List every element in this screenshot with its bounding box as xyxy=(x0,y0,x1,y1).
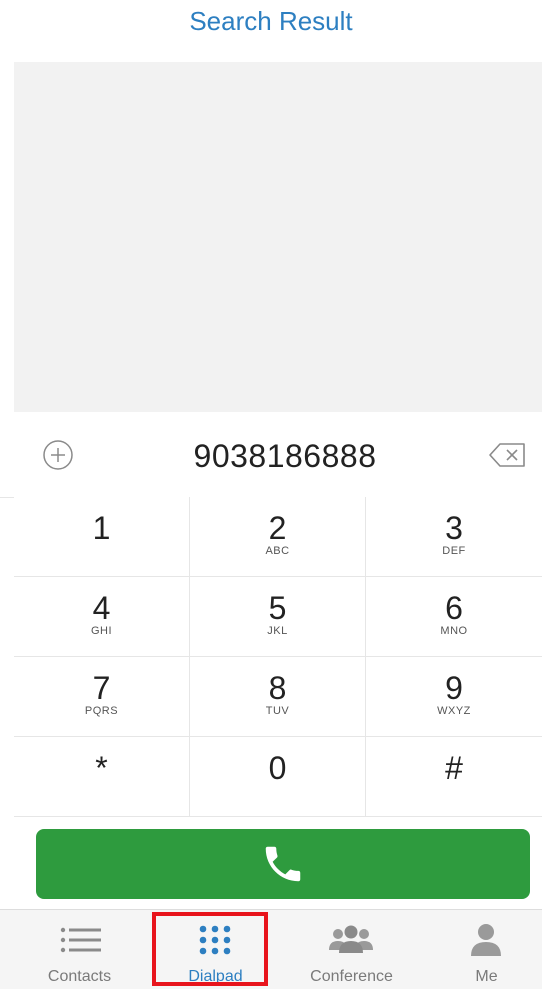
key-digit: 2 xyxy=(268,510,287,546)
key-star[interactable]: * xyxy=(14,737,190,817)
key-digit: 1 xyxy=(92,510,111,546)
dialpad-keys: 1 2 ABC 3 DEF 4 GHI 5 JKL 6 MNO 7 PQRS 8 xyxy=(14,497,542,817)
key-7[interactable]: 7 PQRS xyxy=(14,657,190,737)
dialpad-icon xyxy=(199,925,231,955)
key-digit: 4 xyxy=(92,590,111,626)
tab-me[interactable]: Me xyxy=(419,910,542,989)
key-9[interactable]: 9 WXYZ xyxy=(366,657,542,737)
tab-label: Conference xyxy=(310,968,393,985)
key-letters: WXYZ xyxy=(437,705,471,717)
backspace-icon xyxy=(489,443,525,467)
dialer-screen: Search Result 9038186888 1 2 ABC 3 DEF 4… xyxy=(0,0,542,989)
key-letters: DEF xyxy=(442,545,466,557)
key-1[interactable]: 1 xyxy=(14,497,190,577)
key-digit: 9 xyxy=(445,670,463,706)
key-digit: 3 xyxy=(445,510,463,546)
key-letters: JKL xyxy=(267,625,288,637)
key-digit: 5 xyxy=(268,590,287,626)
key-letters: ABC xyxy=(265,545,290,557)
key-4[interactable]: 4 GHI xyxy=(14,577,190,657)
key-digit: 7 xyxy=(92,670,111,706)
key-letters: MNO xyxy=(440,625,468,637)
person-icon xyxy=(471,924,501,956)
phone-icon xyxy=(265,846,301,882)
tab-label: Me xyxy=(475,968,498,985)
tab-dialpad[interactable]: Dialpad xyxy=(148,910,283,989)
key-2[interactable]: 2 ABC xyxy=(190,497,366,577)
key-8[interactable]: 8 TUV xyxy=(190,657,366,737)
tab-label: Dialpad xyxy=(188,968,243,985)
key-digit: * xyxy=(95,750,108,786)
key-letters: PQRS xyxy=(84,705,119,717)
key-letters: GHI xyxy=(90,625,113,637)
key-digit: 0 xyxy=(268,750,287,786)
dialed-number[interactable]: 9038186888 xyxy=(120,434,450,478)
bottom-tab-bar: Contacts Dialpad Conference Me xyxy=(0,909,542,989)
tab-label: Contacts xyxy=(47,968,112,985)
plus-circle-icon xyxy=(43,440,73,470)
key-letters: TUV xyxy=(265,705,290,717)
tab-conference[interactable]: Conference xyxy=(284,910,419,989)
key-hash[interactable]: # xyxy=(366,737,542,817)
key-digit: 6 xyxy=(445,590,463,626)
key-5[interactable]: 5 JKL xyxy=(190,577,366,657)
list-icon xyxy=(60,927,101,953)
group-icon xyxy=(329,925,373,953)
search-result-area xyxy=(14,62,542,412)
add-contact-button[interactable] xyxy=(42,439,74,471)
backspace-button[interactable] xyxy=(488,440,528,470)
call-button[interactable] xyxy=(36,829,530,899)
page-title: Search Result xyxy=(189,6,353,36)
tab-contacts[interactable]: Contacts xyxy=(12,910,147,989)
dialed-number-row: 9038186888 xyxy=(0,412,542,498)
key-3[interactable]: 3 DEF xyxy=(366,497,542,577)
key-digit: # xyxy=(445,750,463,786)
key-0[interactable]: 0 xyxy=(190,737,366,817)
key-6[interactable]: 6 MNO xyxy=(366,577,542,657)
key-digit: 8 xyxy=(268,670,287,706)
